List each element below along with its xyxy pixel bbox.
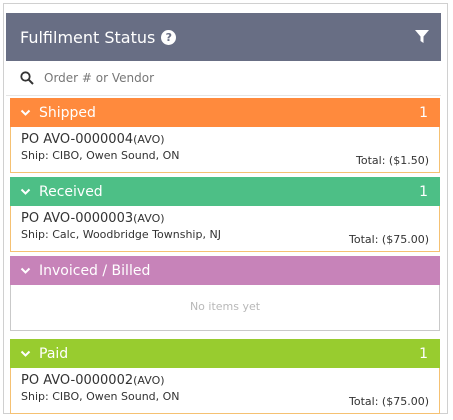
search-icon bbox=[20, 71, 34, 85]
order-number: PO AVO-0000002(AVO) bbox=[21, 373, 165, 388]
group-count: 1 bbox=[419, 183, 428, 200]
empty-state: No items yet bbox=[10, 285, 440, 331]
group-header-paid[interactable]: Paid 1 bbox=[10, 339, 440, 368]
vendor-code: (AVO) bbox=[133, 133, 165, 146]
order-card[interactable]: PO AVO-0000002(AVO) Ship: CIBO, Owen Sou… bbox=[10, 368, 440, 414]
order-card[interactable]: PO AVO-0000003(AVO) Ship: Calc, Woodbrid… bbox=[10, 206, 440, 252]
group-label: Paid bbox=[39, 345, 69, 362]
chevron-down-icon bbox=[20, 267, 31, 274]
group-header-shipped[interactable]: Shipped 1 bbox=[10, 98, 440, 127]
order-total: Total: ($75.00) bbox=[349, 395, 429, 408]
order-number: PO AVO-0000004(AVO) bbox=[21, 132, 165, 147]
group-label: Invoiced / Billed bbox=[39, 262, 151, 279]
order-card[interactable]: PO AVO-0000004(AVO) Ship: CIBO, Owen Sou… bbox=[10, 127, 440, 173]
group-count: 1 bbox=[419, 345, 428, 362]
group-label: Shipped bbox=[39, 104, 96, 121]
order-number: PO AVO-0000003(AVO) bbox=[21, 211, 165, 226]
vendor-code: (AVO) bbox=[133, 212, 165, 225]
chevron-down-icon bbox=[20, 109, 31, 116]
group-count: 1 bbox=[419, 104, 428, 121]
panel-title: Fulfilment Status bbox=[20, 27, 156, 47]
group-header-invoiced-billed[interactable]: Invoiced / Billed bbox=[10, 256, 440, 285]
group-label: Received bbox=[39, 183, 103, 200]
group-received: Received 1 PO AVO-0000003(AVO) Ship: Cal… bbox=[10, 177, 440, 252]
chevron-down-icon bbox=[20, 188, 31, 195]
vendor-code: (AVO) bbox=[133, 374, 165, 387]
search-bar bbox=[6, 61, 441, 96]
group-header-received[interactable]: Received 1 bbox=[10, 177, 440, 206]
group-invoiced-billed: Invoiced / Billed No items yet bbox=[10, 256, 440, 331]
group-paid: Paid 1 PO AVO-0000002(AVO) Ship: CIBO, O… bbox=[10, 339, 440, 414]
panel-header: Fulfilment Status ? bbox=[6, 13, 441, 61]
help-icon[interactable]: ? bbox=[161, 29, 177, 45]
chevron-down-icon bbox=[20, 350, 31, 357]
order-total: Total: ($75.00) bbox=[349, 233, 429, 246]
group-shipped: Shipped 1 PO AVO-0000004(AVO) Ship: CIBO… bbox=[10, 98, 440, 173]
order-total: Total: ($1.50) bbox=[356, 154, 429, 167]
search-input[interactable] bbox=[42, 70, 426, 86]
filter-icon[interactable] bbox=[415, 30, 429, 44]
